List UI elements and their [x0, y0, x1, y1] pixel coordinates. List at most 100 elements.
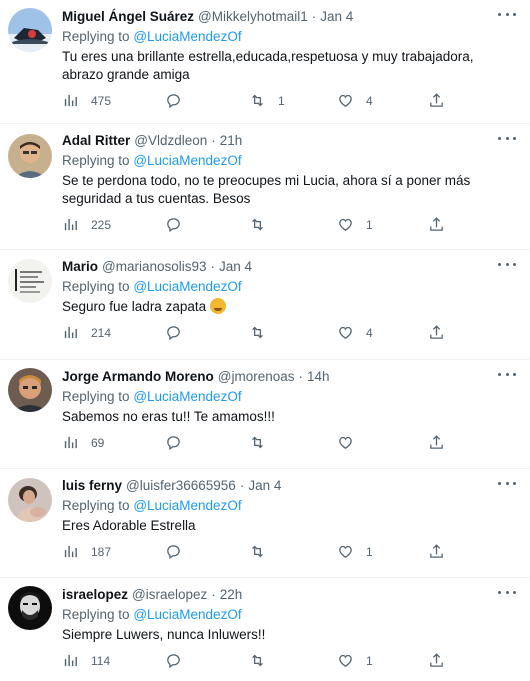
tweet-text-line: Seguro fue ladra zapata	[62, 298, 516, 316]
author-handle[interactable]: @jmorenoas	[218, 368, 295, 386]
avatar[interactable]	[8, 586, 52, 630]
views-count: 214	[91, 325, 112, 340]
mention-link[interactable]: @LuciaMendezOf	[133, 153, 241, 168]
mention-link[interactable]: @LuciaMendezOf	[133, 389, 241, 404]
reply-button[interactable]	[165, 216, 194, 233]
author-name[interactable]: luis ferny	[62, 477, 122, 495]
reply-button[interactable]	[165, 92, 194, 109]
views-button[interactable]: 475	[62, 92, 111, 109]
views-icon	[62, 652, 79, 669]
author-handle[interactable]: @Mikkelyhotmail1	[198, 8, 308, 26]
views-button[interactable]: 187	[62, 543, 111, 560]
replying-prefix: Replying to	[62, 389, 130, 404]
share-button[interactable]	[428, 324, 445, 341]
retweet-icon	[249, 543, 266, 560]
timestamp[interactable]: 21h	[220, 132, 243, 150]
views-count: 114	[91, 653, 111, 668]
retweet-button[interactable]: 1	[249, 92, 285, 109]
reply-button[interactable]	[165, 543, 194, 560]
author-handle[interactable]: @marianosolis93	[102, 258, 207, 276]
more-icon[interactable]	[498, 131, 516, 145]
replying-prefix: Replying to	[62, 279, 130, 294]
avatar[interactable]	[8, 368, 52, 412]
share-button[interactable]	[428, 434, 445, 451]
retweet-icon	[249, 434, 266, 451]
retweet-button[interactable]	[249, 216, 278, 233]
views-count: 225	[91, 217, 112, 232]
reply-icon	[165, 434, 182, 451]
like-button[interactable]: 1	[337, 543, 373, 560]
like-button[interactable]: 4	[337, 92, 373, 109]
reply-button[interactable]	[165, 324, 194, 341]
retweet-icon	[249, 216, 266, 233]
reply-button[interactable]	[165, 434, 194, 451]
like-button[interactable]	[337, 434, 366, 451]
views-button[interactable]: 225	[62, 216, 111, 233]
mention-link[interactable]: @LuciaMendezOf	[133, 29, 241, 44]
more-icon[interactable]	[498, 476, 516, 490]
views-count: 187	[91, 544, 112, 559]
like-button[interactable]: 1	[337, 216, 373, 233]
share-icon	[428, 652, 445, 669]
views-button[interactable]: 69	[62, 434, 104, 451]
retweet-button[interactable]	[249, 543, 278, 560]
tweet[interactable]: Miguel Ángel Suárez @Mikkelyhotmail1 · J…	[0, 0, 530, 124]
tweet[interactable]: luis ferny @luisfer36665956 · Jan 4 Repl…	[0, 469, 530, 578]
author-name[interactable]: Adal Ritter	[62, 132, 130, 150]
like-count: 1	[366, 217, 373, 232]
mention-link[interactable]: @LuciaMendezOf	[133, 607, 241, 622]
author-handle[interactable]: @israelopez	[132, 586, 207, 604]
tweet-text: Seguro fue ladra zapata	[62, 299, 207, 314]
views-button[interactable]: 214	[62, 324, 111, 341]
like-button[interactable]: 1	[337, 652, 373, 669]
timestamp[interactable]: Jan 4	[248, 477, 281, 495]
share-button[interactable]	[428, 216, 445, 233]
avatar[interactable]	[8, 259, 52, 303]
share-button[interactable]	[428, 543, 445, 560]
mention-link[interactable]: @LuciaMendezOf	[133, 498, 241, 513]
share-icon	[428, 92, 445, 109]
reply-icon	[165, 324, 182, 341]
share-button[interactable]	[428, 652, 445, 669]
timestamp[interactable]: Jan 4	[320, 8, 353, 26]
reply-button[interactable]	[165, 652, 194, 669]
separator-dot: ·	[210, 259, 216, 274]
reply-feed: Miguel Ángel Suárez @Mikkelyhotmail1 · J…	[0, 0, 530, 681]
tweet[interactable]: Mario @marianosolis93 · Jan 4 Replying t…	[0, 250, 530, 360]
timestamp[interactable]: 14h	[307, 368, 330, 386]
like-button[interactable]: 4	[337, 324, 373, 341]
more-icon[interactable]	[498, 367, 516, 381]
replying-prefix: Replying to	[62, 153, 130, 168]
author-name[interactable]: israelopez	[62, 586, 128, 604]
tweet[interactable]: Jorge Armando Moreno @jmorenoas · 14h Re…	[0, 360, 530, 469]
views-icon	[62, 434, 79, 451]
avatar[interactable]	[8, 8, 52, 52]
retweet-button[interactable]	[249, 324, 278, 341]
share-icon	[428, 434, 445, 451]
author-handle[interactable]: @luisfer36665956	[126, 477, 236, 495]
author-handle[interactable]: @Vldzdleon	[134, 132, 207, 150]
author-name[interactable]: Jorge Armando Moreno	[62, 368, 214, 386]
tweet[interactable]: Adal Ritter @Vldzdleon · 21h Replying to…	[0, 124, 530, 250]
reply-icon	[165, 92, 182, 109]
timestamp[interactable]: 22h	[220, 586, 243, 604]
more-icon[interactable]	[498, 257, 516, 271]
more-icon[interactable]	[498, 585, 516, 599]
views-icon	[62, 92, 79, 109]
mention-link[interactable]: @LuciaMendezOf	[133, 279, 241, 294]
replying-to: Replying to @LuciaMendezOf	[62, 152, 516, 170]
avatar[interactable]	[8, 134, 52, 178]
like-icon	[337, 434, 354, 451]
tweet[interactable]: israelopez @israelopez · 22h Replying to…	[0, 578, 530, 681]
share-icon	[428, 216, 445, 233]
retweet-button[interactable]	[249, 652, 278, 669]
retweet-button[interactable]	[249, 434, 278, 451]
author-name[interactable]: Miguel Ángel Suárez	[62, 8, 194, 26]
avatar[interactable]	[8, 478, 52, 522]
more-icon[interactable]	[498, 7, 516, 21]
views-icon	[62, 216, 79, 233]
author-name[interactable]: Mario	[62, 258, 98, 276]
views-button[interactable]: 114	[62, 652, 110, 669]
timestamp[interactable]: Jan 4	[219, 258, 252, 276]
share-button[interactable]	[428, 92, 445, 109]
